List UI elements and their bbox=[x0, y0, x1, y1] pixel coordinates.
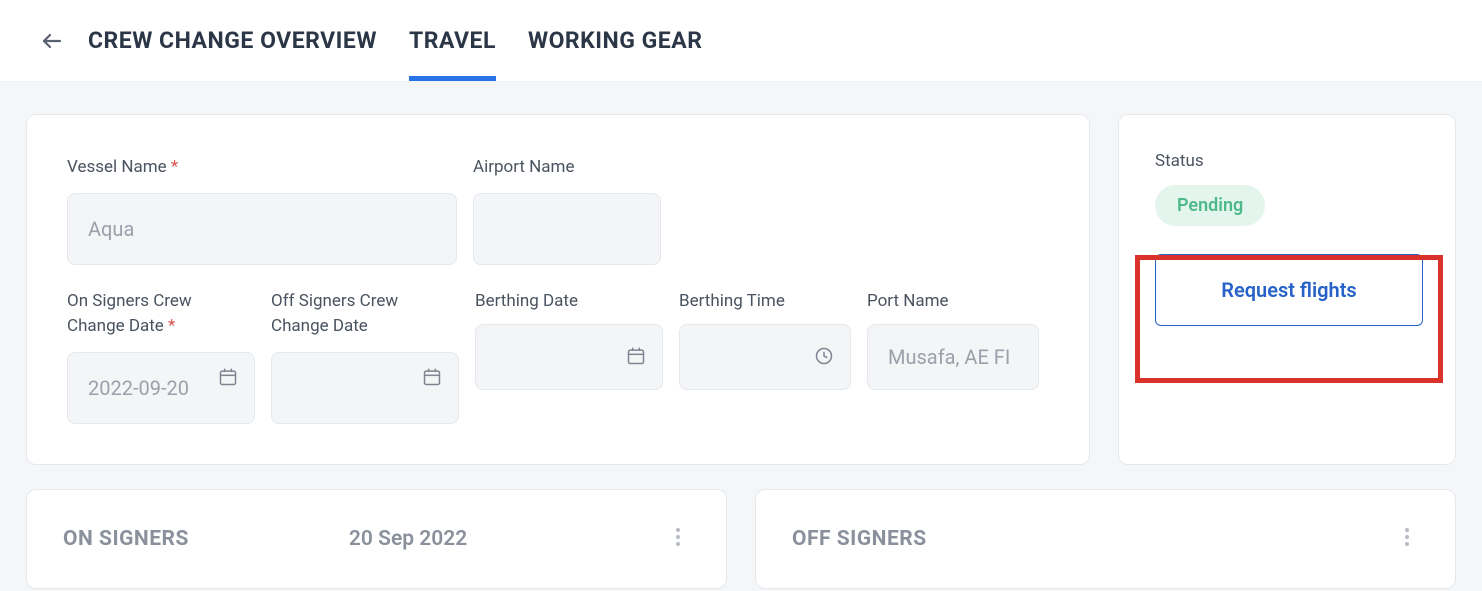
tab-bar: CREW CHANGE OVERVIEW TRAVEL WORKING GEAR bbox=[88, 0, 702, 81]
label-vessel-name: Vessel Name * bbox=[67, 155, 457, 181]
field-on-signers-date: On Signers Crew Change Date * 2022-09-20 bbox=[67, 289, 255, 424]
panel-off-signers: OFF SIGNERS bbox=[755, 489, 1456, 589]
clock-icon bbox=[814, 346, 836, 368]
panel-on-signers: ON SIGNERS 20 Sep 2022 bbox=[26, 489, 727, 589]
more-icon[interactable] bbox=[666, 525, 690, 553]
form-card: Vessel Name * Aqua Airport Name On Signe… bbox=[26, 114, 1090, 465]
input-on-signers-date[interactable]: 2022-09-20 bbox=[67, 352, 255, 424]
status-card: Status Pending Request flights bbox=[1118, 114, 1456, 465]
field-airport-name: Airport Name bbox=[473, 155, 661, 265]
input-off-signers-date[interactable] bbox=[271, 352, 459, 424]
request-flights-button[interactable]: Request flights bbox=[1155, 254, 1423, 326]
input-berthing-date[interactable] bbox=[475, 324, 663, 390]
input-port-name[interactable]: Musafa, AE FI bbox=[867, 324, 1039, 390]
field-berthing-date: Berthing Date bbox=[475, 289, 663, 424]
calendar-icon bbox=[626, 346, 648, 368]
input-berthing-time[interactable] bbox=[679, 324, 851, 390]
input-airport-name[interactable] bbox=[473, 193, 661, 265]
tab-working-gear[interactable]: WORKING GEAR bbox=[528, 0, 703, 81]
status-badge: Pending bbox=[1155, 185, 1265, 226]
tab-crew-change-overview[interactable]: CREW CHANGE OVERVIEW bbox=[88, 0, 377, 81]
label-off-signers-date: Off Signers Crew Change Date bbox=[271, 289, 459, 340]
main-area: Vessel Name * Aqua Airport Name On Signe… bbox=[0, 82, 1482, 465]
field-berthing-time: Berthing Time bbox=[679, 289, 851, 424]
calendar-icon bbox=[422, 367, 444, 389]
field-off-signers-date: Off Signers Crew Change Date bbox=[271, 289, 459, 424]
field-port-name: Port Name Musafa, AE FI bbox=[867, 289, 1039, 424]
tab-travel[interactable]: TRAVEL bbox=[409, 0, 496, 81]
back-arrow-icon[interactable] bbox=[40, 29, 64, 53]
header-bar: CREW CHANGE OVERVIEW TRAVEL WORKING GEAR bbox=[0, 0, 1482, 82]
field-vessel-name: Vessel Name * Aqua bbox=[67, 155, 457, 265]
more-icon[interactable] bbox=[1395, 525, 1419, 553]
status-label: Status bbox=[1155, 151, 1419, 171]
panel-date-on-signers: 20 Sep 2022 bbox=[349, 527, 467, 551]
input-vessel-name[interactable]: Aqua bbox=[67, 193, 457, 265]
label-on-signers-date: On Signers Crew Change Date * bbox=[67, 289, 255, 340]
panel-title-off-signers: OFF SIGNERS bbox=[792, 527, 927, 551]
label-airport-name: Airport Name bbox=[473, 155, 661, 181]
lower-panels: ON SIGNERS 20 Sep 2022 OFF SIGNERS bbox=[0, 465, 1482, 589]
calendar-icon bbox=[218, 367, 240, 389]
panel-title-on-signers: ON SIGNERS bbox=[63, 527, 189, 551]
